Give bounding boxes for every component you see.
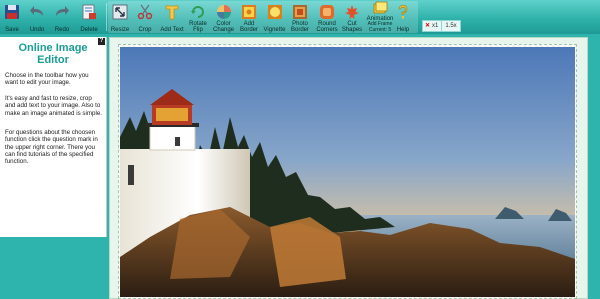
resize-icon [112,4,128,20]
round-corners-label: Round Corners [316,21,338,33]
add-border-label: Add Border [239,21,258,33]
resize-button[interactable]: Resize [109,0,131,34]
zoom-value: x1 [432,23,439,29]
delete-button[interactable]: Delete [78,0,100,34]
undo-button[interactable]: Undo [27,0,47,34]
text-t-icon [165,5,179,20]
redo-button[interactable]: Redo [52,0,72,34]
animation-button[interactable]: Animation Add Frame Current: 5 [364,0,396,34]
rotate-flip-label: Rotate Flip [189,21,207,33]
panel-title: Online Image Editor [18,42,88,66]
save-label: Save [5,27,19,33]
close-x-icon: ✕ [425,23,431,29]
current-frame-label: Current: [368,27,387,33]
size-indicator[interactable]: 1.5x [441,20,461,32]
help-text: For questions about the choosen function… [5,129,98,166]
toolbar-divider [106,3,107,31]
round-corners-button[interactable]: Round Corners [314,0,340,34]
delete-label: Delete [80,27,98,33]
help-label: Help [396,27,410,33]
lighthouse-window [175,137,180,146]
rotate-flip-button[interactable]: Rotate Flip [187,0,209,34]
animation-frames-icon [373,1,388,14]
redo-arrow-icon [56,6,69,16]
crop-button[interactable]: Crop [135,0,155,34]
panel-background-area [0,238,107,297]
add-text-button[interactable]: Add Text [159,0,185,34]
color-change-button[interactable]: Color Change [211,0,236,34]
rounded-square-icon [320,5,334,19]
delete-document-icon [82,4,96,20]
edited-image[interactable] [120,47,575,297]
toolbar: Save Undo Redo Delete Resize Crop Add Te… [0,0,600,34]
lighthouse-window [128,165,134,185]
help-button[interactable]: Help [396,0,410,34]
cut-shapes-button[interactable]: Cut Shapes [341,0,363,34]
undo-arrow-icon [30,6,43,16]
vignette-icon [267,5,282,19]
features-text: It's easy and fast to resize, crop and a… [5,95,102,117]
vignette-label: Vignette [263,27,286,33]
add-border-button[interactable]: Add Border [238,0,260,34]
color-wheel-icon [216,5,231,19]
lantern-glass [156,108,188,121]
cut-shapes-label: Cut Shapes [341,21,363,33]
lighthouse-tower [149,124,196,151]
floppy-disk-icon [5,5,19,19]
right-background-strip [588,37,600,297]
maple-leaf-icon [345,5,359,19]
crop-label: Crop [138,27,152,33]
photo-border-label: Photo Border [290,21,309,33]
current-frame-readout: Current: 5 [364,28,396,33]
size-value: 1.5x [445,23,457,29]
redo-label: Redo [54,27,70,33]
vignette-button[interactable]: Vignette [262,0,287,34]
add-text-label: Add Text [160,27,184,33]
intro-text: Choose in the toolbar how you want to ed… [5,72,89,87]
color-change-label: Color Change [212,21,235,33]
framed-picture-icon [242,5,256,19]
resize-label: Resize [110,27,130,33]
rotate-icon [191,6,204,18]
question-mark-icon [398,4,408,19]
scissors-icon [137,4,153,20]
photo-frame-icon [293,5,307,19]
photo-border-button[interactable]: Photo Border [288,0,312,34]
info-panel: ? Online Image Editor Choose in the tool… [0,37,107,237]
current-frame-value: 5 [388,27,392,33]
save-button[interactable]: Save [2,0,22,34]
undo-label: Undo [29,27,45,33]
